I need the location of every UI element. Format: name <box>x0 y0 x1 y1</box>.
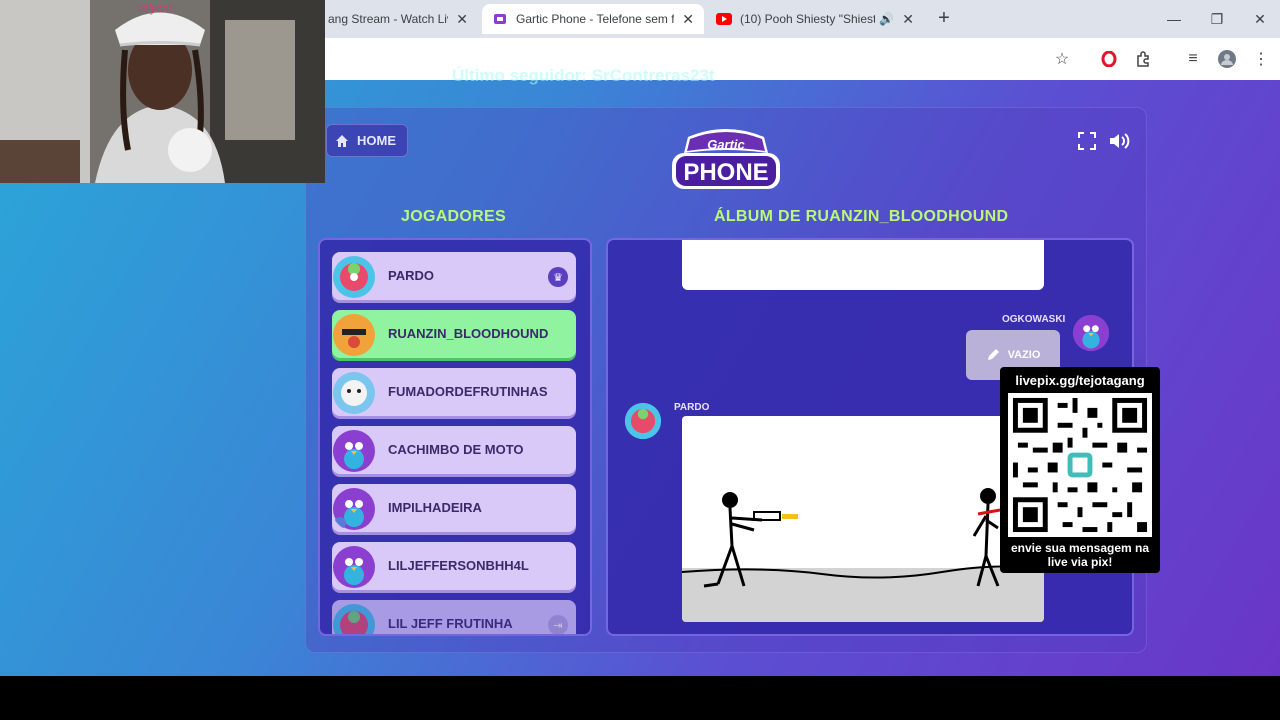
album-title: ÁLBUM DE RUANZIN_BLOODHOUND <box>714 208 1009 225</box>
fullscreen-icon[interactable] <box>1074 128 1100 154</box>
minimize-button[interactable]: — <box>1152 0 1196 38</box>
player-name: FUMADORDEFRUTINHAS <box>388 384 548 399</box>
player-name: RUANZIN_BLOODHOUND <box>388 326 549 341</box>
gartic-phone-logo: Gartic PHONE <box>668 125 784 193</box>
tab-title: ang Stream - Watch Live <box>328 12 449 26</box>
player-card[interactable]: IMPILHADEIRA <box>332 484 576 532</box>
player-card[interactable]: FUMADORDEFRUTINHAS <box>332 368 576 416</box>
home-icon <box>336 134 348 147</box>
player-card[interactable]: CACHIMBO DE MOTO <box>332 426 576 474</box>
players-list: PARDO ♛ RUANZIN_BLOODHOUND FUMADORDEFRUT… <box>318 238 592 636</box>
close-icon[interactable]: ✕ <box>456 11 468 28</box>
player-avatar <box>333 256 375 298</box>
exit-icon: ⇥ <box>548 615 568 634</box>
players-title: JOGADORES <box>401 208 506 225</box>
player-card[interactable]: LILJEFFERSONBHH4L <box>332 542 576 590</box>
logo-top-text: Gartic <box>707 137 745 152</box>
player-name: IMPILHADEIRA <box>388 500 482 515</box>
player-name: LIL JEFF FRUTINHA <box>388 616 513 631</box>
last-follower-overlay: Último seguidor: SrContreras23t <box>452 66 715 85</box>
qr-caption: envie sua mensagem na live via pix! <box>1010 541 1150 569</box>
youtube-icon <box>716 11 732 27</box>
player-name: LILJEFFERSONBHH4L <box>388 558 529 573</box>
tab-youtube[interactable]: (10) Pooh Shiesty "Shiesty S 🔊 ✕ <box>706 4 924 34</box>
streamer-webcam-image: relyont <box>0 0 325 183</box>
player-avatar <box>333 314 375 356</box>
opera-icon[interactable] <box>1098 48 1120 70</box>
profile-avatar[interactable] <box>1216 48 1238 70</box>
tab-stream[interactable]: ang Stream - Watch Live ✕ <box>318 4 478 34</box>
player-avatar <box>333 604 375 634</box>
player-avatar <box>333 546 375 588</box>
tab-gartic-phone[interactable]: Gartic Phone - Telefone sem fio ✕ <box>482 4 704 34</box>
close-window-button[interactable]: ✕ <box>1238 0 1280 38</box>
restore-button[interactable]: ❐ <box>1195 0 1239 38</box>
logo-bottom-text: PHONE <box>683 159 768 186</box>
player-card[interactable]: PARDO ♛ <box>332 252 576 300</box>
player-name: PARDO <box>388 268 434 283</box>
player-avatar <box>333 372 375 414</box>
player-card-highlighted[interactable]: RUANZIN_BLOODHOUND <box>332 310 576 358</box>
cap-text: relyont <box>138 3 172 15</box>
stick-figure-drawing <box>682 488 1044 622</box>
livepix-qr-overlay: livepix.gg/tejotagang envie sua mensagem… <box>1000 367 1160 573</box>
speaker-icon[interactable]: 🔊 <box>879 12 894 26</box>
new-tab-button[interactable]: + <box>932 6 956 30</box>
close-icon[interactable]: ✕ <box>902 11 914 28</box>
phone-icon <box>492 11 508 27</box>
menu-icon[interactable]: ⋮ <box>1250 48 1272 70</box>
player-avatar <box>333 488 375 530</box>
volume-icon[interactable] <box>1106 128 1132 154</box>
close-icon[interactable]: ✕ <box>682 11 694 28</box>
author-avatar <box>1072 314 1110 352</box>
pencil-icon <box>987 349 999 360</box>
empty-label: VAZIO <box>1007 349 1041 361</box>
home-label: HOME <box>357 133 396 148</box>
author-avatar <box>624 402 662 440</box>
home-button[interactable]: HOME <box>326 124 408 157</box>
star-icon[interactable]: ☆ <box>1051 48 1073 70</box>
player-name: CACHIMBO DE MOTO <box>388 442 524 457</box>
qr-code <box>1008 393 1152 537</box>
media-controls-icon[interactable]: ≡ <box>1182 48 1204 70</box>
tab-title: (10) Pooh Shiesty "Shiesty S <box>740 12 876 26</box>
player-avatar <box>333 430 375 472</box>
drawing-card <box>682 416 1044 622</box>
qr-url: livepix.gg/tejotagang <box>1015 373 1145 388</box>
author-name: OGKOWASKI <box>1002 314 1066 325</box>
extensions-icon[interactable] <box>1132 48 1154 70</box>
crown-icon: ♛ <box>548 267 568 287</box>
webcam-overlay: relyont <box>0 0 325 183</box>
author-name: PARDO <box>674 402 710 413</box>
text-answer-card <box>682 240 1044 290</box>
tab-title: Gartic Phone - Telefone sem fio <box>516 12 675 26</box>
player-card[interactable]: LIL JEFF FRUTINHA ⇥ <box>332 600 576 634</box>
